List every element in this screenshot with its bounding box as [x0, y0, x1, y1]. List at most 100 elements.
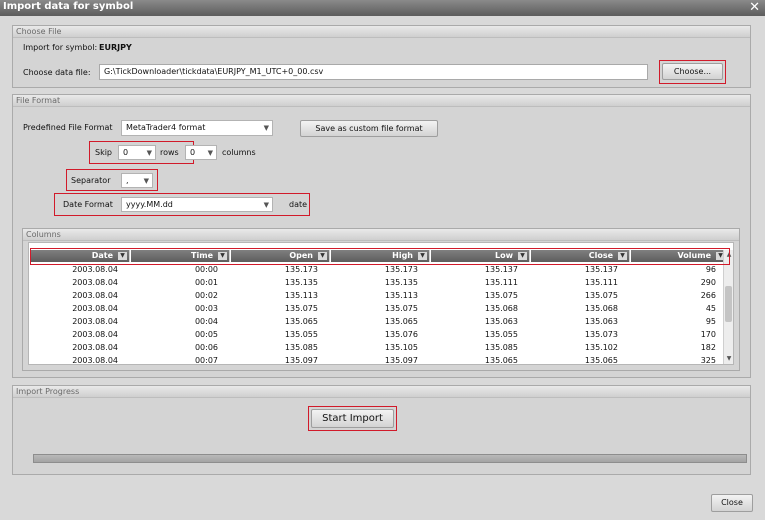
start-import-button[interactable]: Start Import — [311, 409, 394, 428]
table-cell: 182 — [700, 343, 716, 352]
choose-file-button[interactable]: Choose... — [662, 63, 723, 80]
separator-label: Separator — [71, 176, 111, 185]
table-cell: 95 — [705, 317, 716, 326]
columns-label: columns — [222, 148, 256, 157]
table-cell: 135.075 — [484, 291, 518, 300]
table-cell: 135.111 — [484, 278, 518, 287]
skip-label: Skip — [95, 148, 113, 157]
table-cell: 00:02 — [194, 291, 218, 300]
table-cell: 135.055 — [484, 330, 518, 339]
predefined-format-select[interactable]: MetaTrader4 format ▼ — [121, 120, 273, 136]
table-cell: 135.073 — [584, 330, 618, 339]
close-button[interactable]: Close — [711, 494, 753, 512]
table-cell: 170 — [700, 330, 716, 339]
table-cell: 00:04 — [194, 317, 218, 326]
dropdown-arrow-icon: ▼ — [207, 149, 213, 157]
table-cell: 135.111 — [584, 278, 618, 287]
column-headers-highlight — [30, 248, 730, 265]
table-row: 2003.08.04 00:02 135.113 135.113 135.075 135.… — [31, 289, 728, 302]
table-cell: 135.063 — [584, 317, 618, 326]
table-cell: 135.065 — [484, 356, 518, 365]
table-row: 2003.08.04 00:07 135.097 135.097 135.065 135.… — [31, 354, 728, 365]
separator-select[interactable]: , ▼ — [121, 173, 153, 188]
table-cell: 135.068 — [584, 304, 618, 313]
columns-header: Columns — [23, 229, 739, 241]
skip-columns-select[interactable]: 0 ▼ — [185, 145, 217, 160]
columns-group: Columns Date ▼ Time ▼ Open ▼ High ▼ Low ▼ Close ▼ Vo… — [22, 228, 740, 371]
table-cell: 135.065 — [584, 356, 618, 365]
dropdown-arrow-icon: ▼ — [146, 149, 152, 157]
save-custom-format-button[interactable]: Save as custom file format — [300, 120, 438, 137]
table-cell: 2003.08.04 — [72, 356, 118, 365]
table-cell: 135.113 — [384, 291, 418, 300]
table-cell: 290 — [700, 278, 716, 287]
table-row: 2003.08.04 00:06 135.085 135.105 135.085 135.… — [31, 341, 728, 354]
skip-rows-select[interactable]: 0 ▼ — [118, 145, 156, 160]
choose-file-group: Choose File Import for symbol: EURJPY Ch… — [12, 25, 751, 88]
table-cell: 135.065 — [384, 317, 418, 326]
table-cell: 135.075 — [584, 291, 618, 300]
table-cell: 135.113 — [284, 291, 318, 300]
import-progress-group: Import Progress Start Import — [12, 385, 751, 475]
date-format-select[interactable]: yyyy.MM.dd ▼ — [121, 197, 273, 212]
table-cell: 135.076 — [384, 330, 418, 339]
table-cell: 00:03 — [194, 304, 218, 313]
title-bar: Import data for symbol ✕ — [0, 0, 765, 16]
file-format-group: File Format Predefined File Format MetaT… — [12, 94, 751, 378]
table-cell: 135.105 — [384, 343, 418, 352]
import-for-label: Import for symbol: — [23, 43, 98, 52]
rows-label: rows — [160, 148, 179, 157]
table-cell: 2003.08.04 — [72, 330, 118, 339]
table-cell: 135.068 — [484, 304, 518, 313]
date-format-label: Date Format — [63, 200, 113, 209]
skip-columns-value: 0 — [190, 148, 196, 157]
table-cell: 135.085 — [484, 343, 518, 352]
table-row: 2003.08.04 00:05 135.055 135.076 135.055 135.… — [31, 328, 728, 341]
table-row: 2003.08.04 00:03 135.075 135.075 135.068 135.… — [31, 302, 728, 315]
close-icon[interactable]: ✕ — [749, 0, 760, 15]
data-file-path-field[interactable]: G:\TickDownloader\tickdata\EURJPY_M1_UTC… — [99, 64, 648, 80]
table-cell: 00:05 — [194, 330, 218, 339]
table-cell: 135.065 — [284, 317, 318, 326]
table-cell: 00:07 — [194, 356, 218, 365]
table-cell: 325 — [700, 356, 716, 365]
table-cell: 2003.08.04 — [72, 291, 118, 300]
date-format-value: yyyy.MM.dd — [126, 200, 173, 209]
table-cell: 135.135 — [284, 278, 318, 287]
predefined-format-value: MetaTrader4 format — [126, 123, 206, 132]
table-cell: 00:01 — [194, 278, 218, 287]
table-cell: 2003.08.04 — [72, 278, 118, 287]
predefined-format-label: Predefined File Format — [23, 123, 113, 132]
separator-value: , — [126, 176, 129, 185]
table-cell: 266 — [700, 291, 716, 300]
table-cell: 00:06 — [194, 343, 218, 352]
table-cell: 2003.08.04 — [72, 343, 118, 352]
table-cell: 2003.08.04 — [72, 304, 118, 313]
table-cell: 135.097 — [384, 356, 418, 365]
table-cell: 45 — [705, 304, 716, 313]
dropdown-arrow-icon: ▼ — [143, 177, 149, 185]
scroll-down-icon[interactable]: ▼ — [724, 354, 733, 364]
dropdown-arrow-icon: ▼ — [263, 124, 269, 132]
table-cell: 135.085 — [284, 343, 318, 352]
file-format-header: File Format — [13, 95, 750, 107]
choose-file-header: Choose File — [13, 26, 750, 38]
import-progress-bar — [33, 454, 747, 463]
date-unit-label: date — [289, 200, 308, 209]
table-row: 2003.08.04 00:04 135.065 135.065 135.063 135.… — [31, 315, 728, 328]
table-cell: 135.055 — [284, 330, 318, 339]
table-cell: 135.075 — [384, 304, 418, 313]
table-cell: 135.102 — [584, 343, 618, 352]
window-title: Import data for symbol — [3, 1, 134, 12]
table-cell: 135.097 — [284, 356, 318, 365]
table-cell: 135.075 — [284, 304, 318, 313]
scroll-thumb[interactable] — [725, 286, 732, 322]
vertical-scrollbar[interactable]: ▲ ▼ — [723, 250, 733, 364]
table-row: 2003.08.04 00:01 135.135 135.135 135.111 135.… — [31, 276, 728, 289]
import-dialog: Import data for symbol ✕ Choose File Imp… — [0, 0, 765, 520]
import-progress-header: Import Progress — [13, 386, 750, 398]
table-cell: 135.063 — [484, 317, 518, 326]
table-cell: 135.135 — [384, 278, 418, 287]
symbol-value: EURJPY — [99, 43, 132, 52]
dropdown-arrow-icon: ▼ — [263, 201, 269, 209]
